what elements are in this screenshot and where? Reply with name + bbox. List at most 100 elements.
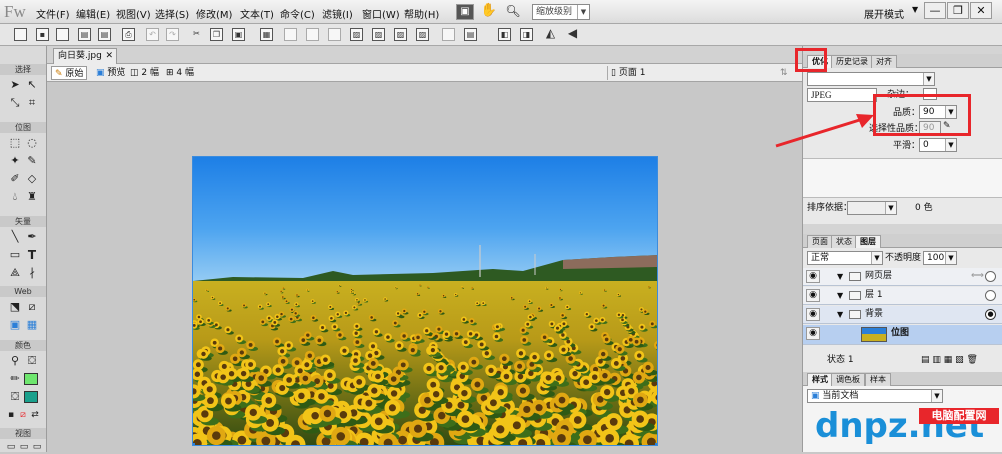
subselect-tool-icon[interactable]: ↖ xyxy=(25,78,39,92)
layer-row-bitmap[interactable]: ◉ 位图 xyxy=(803,325,1002,345)
zoom-level-select[interactable]: 缩放级别 ▼ xyxy=(532,4,590,20)
undo-icon[interactable]: ↶ xyxy=(146,28,159,41)
minimize-button[interactable]: — xyxy=(924,2,946,19)
brush-tool-icon[interactable]: ✎ xyxy=(25,154,39,168)
menu-help[interactable]: 帮助(H) xyxy=(404,6,439,21)
menu-text[interactable]: 文本(T) xyxy=(240,6,274,21)
menu-file[interactable]: 文件(F) xyxy=(36,6,70,21)
tab-pages[interactable]: 页面 xyxy=(807,235,833,248)
view-original-button[interactable]: ✎ 原始 xyxy=(51,66,87,80)
show-slices-icon[interactable]: ▦ xyxy=(25,318,39,332)
tab-swatches[interactable]: 调色板 xyxy=(831,373,865,386)
menu-window[interactable]: 窗口(W) xyxy=(362,6,400,21)
lasso-tool-icon[interactable]: ◌ xyxy=(25,136,39,150)
smoothing-select[interactable]: 0 ▼ xyxy=(919,138,957,152)
page-menu-icon[interactable]: ⇅ xyxy=(777,66,791,80)
rotate-left-icon[interactable]: ◧ xyxy=(498,28,511,41)
cut-icon[interactable]: ✂ xyxy=(190,28,203,41)
selection-handle[interactable] xyxy=(655,443,658,446)
eye-icon[interactable]: ◉ xyxy=(806,270,820,283)
send-back-icon[interactable]: ▨ xyxy=(416,28,429,41)
lock-icon[interactable]: ⟺ xyxy=(971,268,984,285)
format-select[interactable]: JPEG xyxy=(807,88,877,102)
layer-row-web[interactable]: ◉ ▼ 网页层 ⟺ xyxy=(803,268,1002,286)
fill-color-swatch[interactable] xyxy=(24,391,38,403)
slice-tool-icon[interactable]: ⧄ xyxy=(25,300,39,314)
new-file-icon[interactable] xyxy=(14,28,27,41)
document-tab[interactable]: 向日葵.jpg ✕ xyxy=(53,48,117,64)
align-menu-icon[interactable]: ▤ xyxy=(464,28,477,41)
menu-view[interactable]: 视图(V) xyxy=(116,6,151,21)
pointer-tool-icon[interactable]: ➤ xyxy=(8,78,22,92)
paint-bucket-tool-icon[interactable]: ⛋ xyxy=(25,354,39,368)
hide-slices-icon[interactable]: ▣ xyxy=(8,318,22,332)
rotate-right-icon[interactable]: ◨ xyxy=(520,28,533,41)
selection-handle[interactable] xyxy=(655,156,658,159)
eye-icon[interactable]: ◉ xyxy=(806,289,820,302)
ungroup-icon[interactable] xyxy=(284,28,297,41)
line-tool-icon[interactable]: ╲ xyxy=(8,230,22,244)
crop-tool-icon[interactable]: ⌗ xyxy=(25,96,39,110)
menu-modify[interactable]: 修改(M) xyxy=(196,6,232,21)
rectangle-tool-icon[interactable]: ▭ xyxy=(8,248,22,262)
layer-tool-icons[interactable]: ▤ ▥ ▦ ▧ 🗑︎ xyxy=(921,354,978,366)
import-icon[interactable]: ▤ xyxy=(78,28,91,41)
flip-vertical-icon[interactable]: ◀ xyxy=(566,28,579,41)
freeform-tool-icon[interactable]: ⟁ xyxy=(8,266,22,280)
tab-layers[interactable]: 图层 xyxy=(855,235,881,248)
rubber-stamp-tool-icon[interactable]: ♜ xyxy=(25,190,39,204)
expand-chevron-icon[interactable]: ▼ xyxy=(837,287,843,304)
expand-chevron-icon[interactable]: ▼ xyxy=(837,268,843,285)
marquee-tool-icon[interactable]: ⬚ xyxy=(8,136,22,150)
document-select[interactable]: ▣ 当前文档 ▼ xyxy=(807,389,943,403)
eye-icon[interactable]: ◉ xyxy=(806,327,820,340)
sunflower-image[interactable] xyxy=(192,156,658,446)
swap-colors-icon[interactable]: ⇄ xyxy=(28,408,42,422)
split-icon[interactable] xyxy=(328,28,341,41)
menu-commands[interactable]: 命令(C) xyxy=(280,6,315,21)
magic-wand-tool-icon[interactable]: ✦ xyxy=(8,154,22,168)
tab-history[interactable]: 历史记录 xyxy=(831,55,873,68)
print-icon[interactable]: ⎙ xyxy=(122,28,135,41)
preset-select[interactable]: ▼ xyxy=(807,72,935,86)
tab-styles[interactable]: 样式 xyxy=(807,373,833,386)
blur-tool-icon[interactable]: 💧︎ xyxy=(8,190,22,204)
view-preview-button[interactable]: ▣ 预览 xyxy=(93,66,128,80)
group-icon[interactable]: ▦ xyxy=(260,28,273,41)
bring-forward-icon[interactable]: ▨ xyxy=(372,28,385,41)
stroke-color-swatch[interactable] xyxy=(24,373,38,385)
opacity-field[interactable]: 100 ▼ xyxy=(923,251,957,265)
send-backward-icon[interactable]: ▨ xyxy=(394,28,407,41)
page-select[interactable]: ▯ 页面 1 xyxy=(607,66,767,80)
selection-handle[interactable] xyxy=(192,443,195,446)
radio-selected-icon[interactable]: ● xyxy=(985,309,996,320)
eraser-tool-icon[interactable]: ◇ xyxy=(25,172,39,186)
menu-select[interactable]: 选择(S) xyxy=(155,6,189,21)
layer-row-background[interactable]: ◉ ▼ 背景 ● xyxy=(803,306,1002,324)
layer-row-layer1[interactable]: ◉ ▼ 层 1 xyxy=(803,287,1002,305)
paste-icon[interactable]: ▣ xyxy=(232,28,245,41)
knife-tool-icon[interactable]: ∤ xyxy=(25,266,39,280)
eyedropper-tool-icon[interactable]: ⚲ xyxy=(8,354,22,368)
eye-icon[interactable]: ◉ xyxy=(806,308,820,321)
zoom-icon[interactable]: 🔍︎ xyxy=(504,4,522,20)
selection-handle[interactable] xyxy=(192,156,195,159)
bring-front-icon[interactable]: ▨ xyxy=(350,28,363,41)
screen-mode-icon[interactable]: ▣ xyxy=(456,4,474,20)
view-2up-button[interactable]: ◫ 2 幅 xyxy=(127,66,162,80)
close-button[interactable]: ✕ xyxy=(970,2,992,19)
menu-filters[interactable]: 滤镜(I) xyxy=(322,6,353,21)
text-tool-icon[interactable]: T xyxy=(25,248,39,262)
restore-button[interactable]: ❐ xyxy=(947,2,969,19)
hand-tool-icon[interactable]: ✋ xyxy=(480,4,498,20)
view-4up-button[interactable]: ⊞ 4 幅 xyxy=(163,66,197,80)
align-icon[interactable] xyxy=(442,28,455,41)
redo-icon[interactable]: ↷ xyxy=(166,28,179,41)
copy-icon[interactable]: ❐ xyxy=(210,28,223,41)
save-icon[interactable]: ▪ xyxy=(36,28,49,41)
hotspot-tool-icon[interactable]: ⬔ xyxy=(8,300,22,314)
tab-align[interactable]: 对齐 xyxy=(871,55,897,68)
radio-icon[interactable] xyxy=(985,290,996,301)
blend-mode-select[interactable]: 正常 ▼ xyxy=(807,251,883,265)
expand-chevron-icon[interactable]: ▼ xyxy=(837,306,843,323)
